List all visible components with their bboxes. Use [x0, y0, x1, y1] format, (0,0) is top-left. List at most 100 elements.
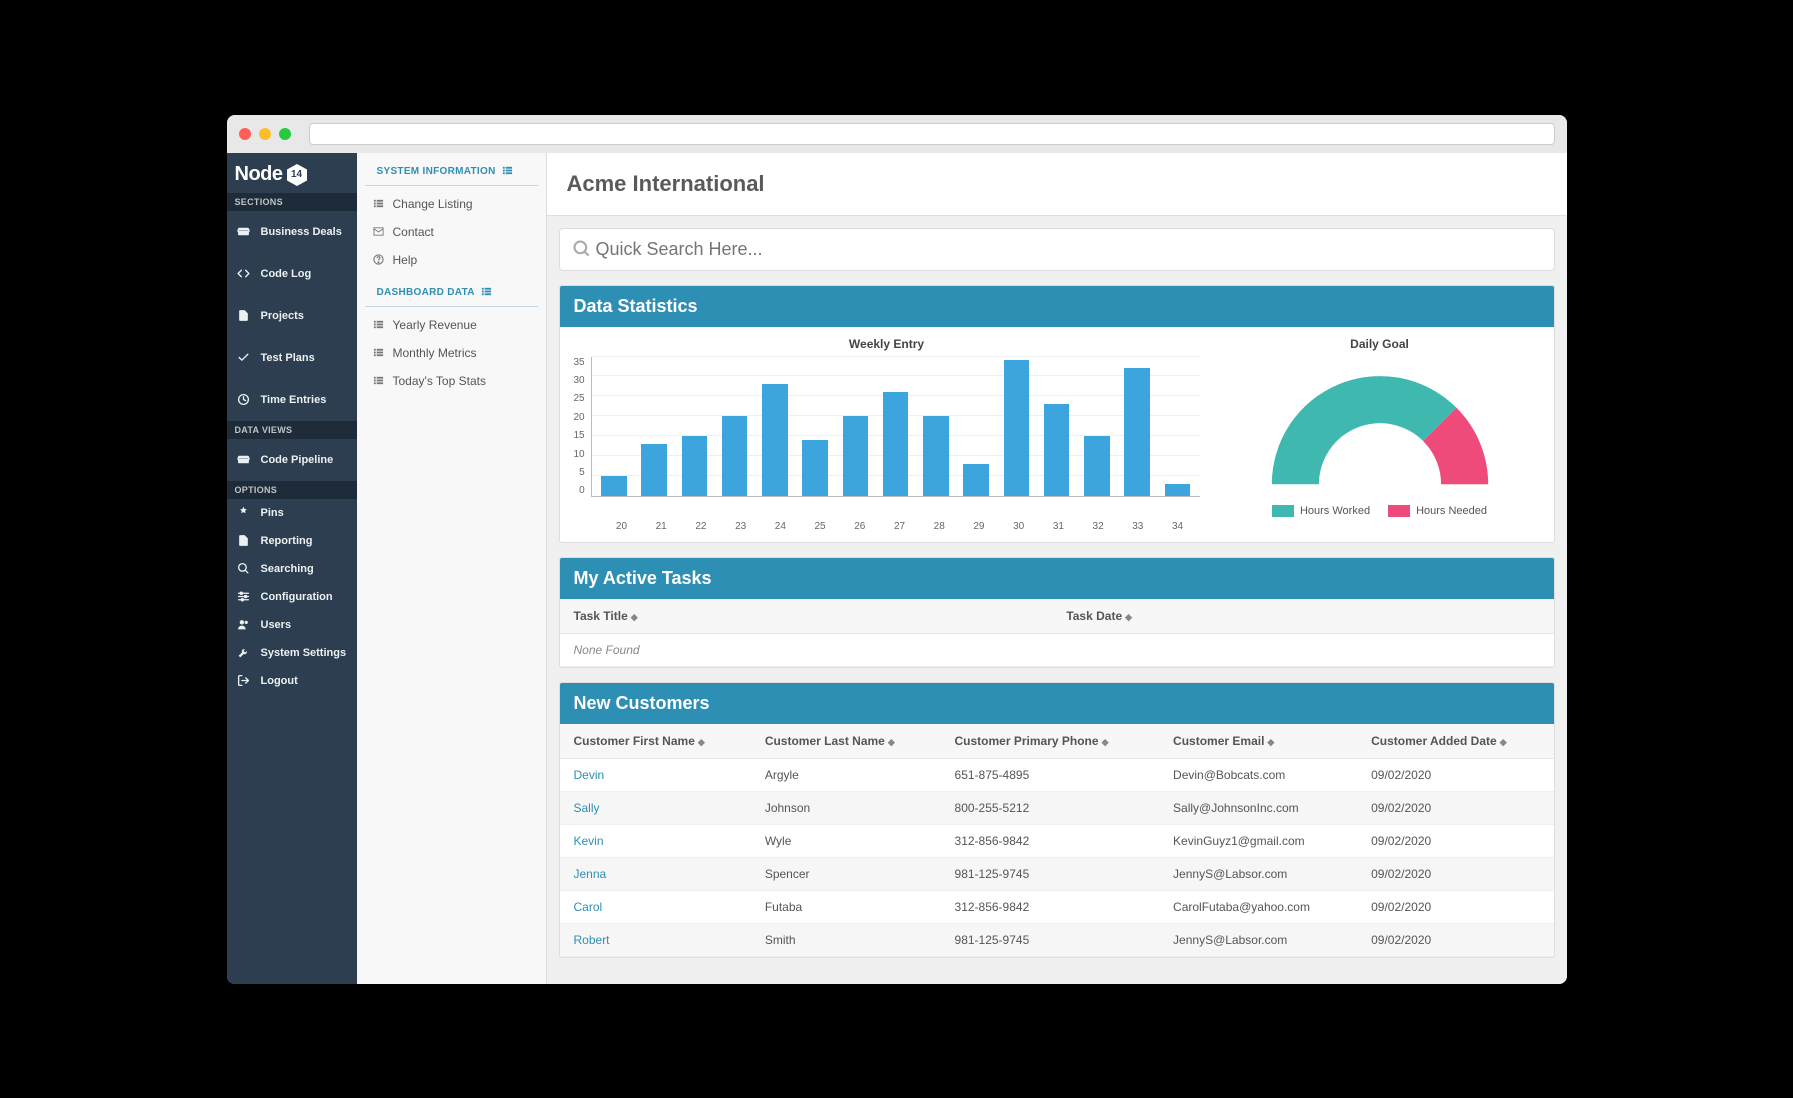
- x-tick-label: 33: [1125, 517, 1150, 532]
- nav-test-plans[interactable]: Test Plans: [227, 337, 357, 379]
- brand-badge: 14: [285, 163, 309, 187]
- sort-icon: ◆: [1125, 612, 1132, 622]
- chart-bar: [843, 416, 869, 495]
- browser-window: Node 14 SECTIONSBusiness DealsCode LogPr…: [227, 115, 1567, 984]
- x-tick-label: 29: [966, 517, 991, 532]
- brand-logo: Node 14: [227, 153, 357, 193]
- sub-help[interactable]: Help: [357, 246, 546, 274]
- customer-last-name: Futaba: [751, 890, 941, 923]
- window-titlebar: [227, 115, 1567, 153]
- table-column-header[interactable]: Customer First Name◆: [560, 724, 751, 759]
- nav-searching[interactable]: Searching: [227, 555, 357, 583]
- nav-time-entries[interactable]: Time Entries: [227, 379, 357, 421]
- x-tick-label: 27: [887, 517, 912, 532]
- sliders-icon: [237, 590, 251, 604]
- nav-system-settings[interactable]: System Settings: [227, 639, 357, 667]
- legend-swatch: [1272, 505, 1294, 517]
- table-column-header[interactable]: Customer Email◆: [1159, 724, 1357, 759]
- nav-pins[interactable]: Pins: [227, 499, 357, 527]
- x-tick-label: 24: [768, 517, 793, 532]
- window-minimize-icon[interactable]: [259, 128, 271, 140]
- sort-icon: ◆: [631, 612, 638, 622]
- customer-last-name: Argyle: [751, 758, 941, 791]
- help-icon: [373, 254, 385, 266]
- gauge-segment: [1271, 376, 1456, 484]
- nav-projects[interactable]: Projects: [227, 295, 357, 337]
- wrench-icon: [237, 646, 251, 660]
- nav-reporting[interactable]: Reporting: [227, 527, 357, 555]
- chart-title: Daily Goal: [1220, 337, 1540, 351]
- chart-bar: [802, 440, 828, 496]
- x-tick-label: 30: [1006, 517, 1031, 532]
- sub-section-header: DASHBOARD DATA: [365, 274, 538, 307]
- table-column-header[interactable]: Customer Added Date◆: [1357, 724, 1553, 759]
- customer-first-name-link[interactable]: Sally: [574, 801, 600, 815]
- window-maximize-icon[interactable]: [279, 128, 291, 140]
- url-bar[interactable]: [309, 123, 1555, 145]
- sub-item-label: Change Listing: [393, 197, 473, 211]
- nav-code-pipeline[interactable]: Code Pipeline: [227, 439, 357, 481]
- customer-added-date: 09/02/2020: [1357, 824, 1553, 857]
- chart-bar: [1004, 360, 1030, 495]
- sidebar-item-label: Configuration: [261, 591, 333, 603]
- empty-message: None Found: [560, 633, 1554, 666]
- y-tick-label: 35: [574, 357, 585, 368]
- customer-first-name-link[interactable]: Devin: [574, 768, 605, 782]
- panel-data-statistics: Data Statistics Weekly Entry 35302520151…: [559, 285, 1555, 543]
- customer-email: JennyS@Labsor.com: [1159, 923, 1357, 956]
- x-tick-label: 28: [927, 517, 952, 532]
- customer-last-name: Johnson: [751, 791, 941, 824]
- y-tick-label: 5: [574, 467, 585, 478]
- customer-first-name-link[interactable]: Kevin: [574, 834, 604, 848]
- table-column-header[interactable]: Customer Last Name◆: [751, 724, 941, 759]
- customer-first-name-link[interactable]: Carol: [574, 900, 603, 914]
- x-tick-label: 26: [847, 517, 872, 532]
- chart-bar: [923, 416, 949, 495]
- sub-todays-top-stats[interactable]: Today's Top Stats: [357, 367, 546, 395]
- customer-email: Sally@JohnsonInc.com: [1159, 791, 1357, 824]
- customer-added-date: 09/02/2020: [1357, 890, 1553, 923]
- sidebar-item-label: Users: [261, 619, 292, 631]
- nav-business-deals[interactable]: Business Deals: [227, 211, 357, 253]
- nav-configuration[interactable]: Configuration: [227, 583, 357, 611]
- customer-phone: 312-856-9842: [941, 890, 1160, 923]
- customer-first-name-link[interactable]: Jenna: [574, 867, 607, 881]
- sort-icon: ◆: [1102, 737, 1109, 747]
- sub-section-header: SYSTEM INFORMATION: [365, 153, 538, 186]
- list-icon: [373, 375, 385, 387]
- sub-contact[interactable]: Contact: [357, 218, 546, 246]
- customer-phone: 800-255-5212: [941, 791, 1160, 824]
- quick-search[interactable]: [559, 228, 1555, 271]
- customer-last-name: Smith: [751, 923, 941, 956]
- nav-users[interactable]: Users: [227, 611, 357, 639]
- x-tick-label: 22: [688, 517, 713, 532]
- legend-label: Hours Worked: [1300, 505, 1370, 517]
- sub-yearly-revenue[interactable]: Yearly Revenue: [357, 311, 546, 339]
- window-close-icon[interactable]: [239, 128, 251, 140]
- main-content: Acme International Data Statistics Weekl…: [547, 153, 1567, 984]
- sub-item-label: Yearly Revenue: [393, 318, 477, 332]
- chart-bar: [963, 464, 989, 496]
- chart-bar: [762, 384, 788, 495]
- nav-logout[interactable]: Logout: [227, 667, 357, 695]
- sub-change-listing[interactable]: Change Listing: [357, 190, 546, 218]
- customer-added-date: 09/02/2020: [1357, 758, 1553, 791]
- table-column-header[interactable]: Task Date◆: [1052, 599, 1553, 634]
- customer-last-name: Wyle: [751, 824, 941, 857]
- nav-code-log[interactable]: Code Log: [227, 253, 357, 295]
- search-input[interactable]: [592, 229, 1542, 270]
- customer-first-name-link[interactable]: Robert: [574, 933, 610, 947]
- customer-last-name: Spencer: [751, 857, 941, 890]
- list-icon: [373, 198, 385, 210]
- customers-table: Customer First Name◆Customer Last Name◆C…: [560, 724, 1554, 957]
- sidebar-item-label: Projects: [261, 310, 304, 322]
- x-tick-label: 25: [807, 517, 832, 532]
- x-tick-label: 34: [1165, 517, 1190, 532]
- table-row: Kevin Wyle 312-856-9842 KevinGuyz1@gmail…: [560, 824, 1554, 857]
- legend-item: Hours Needed: [1388, 505, 1487, 517]
- table-column-header[interactable]: Task Title◆: [560, 599, 1053, 634]
- sub-monthly-metrics[interactable]: Monthly Metrics: [357, 339, 546, 367]
- x-tick-label: 20: [609, 517, 634, 532]
- main-header: Acme International: [547, 153, 1567, 216]
- table-column-header[interactable]: Customer Primary Phone◆: [941, 724, 1160, 759]
